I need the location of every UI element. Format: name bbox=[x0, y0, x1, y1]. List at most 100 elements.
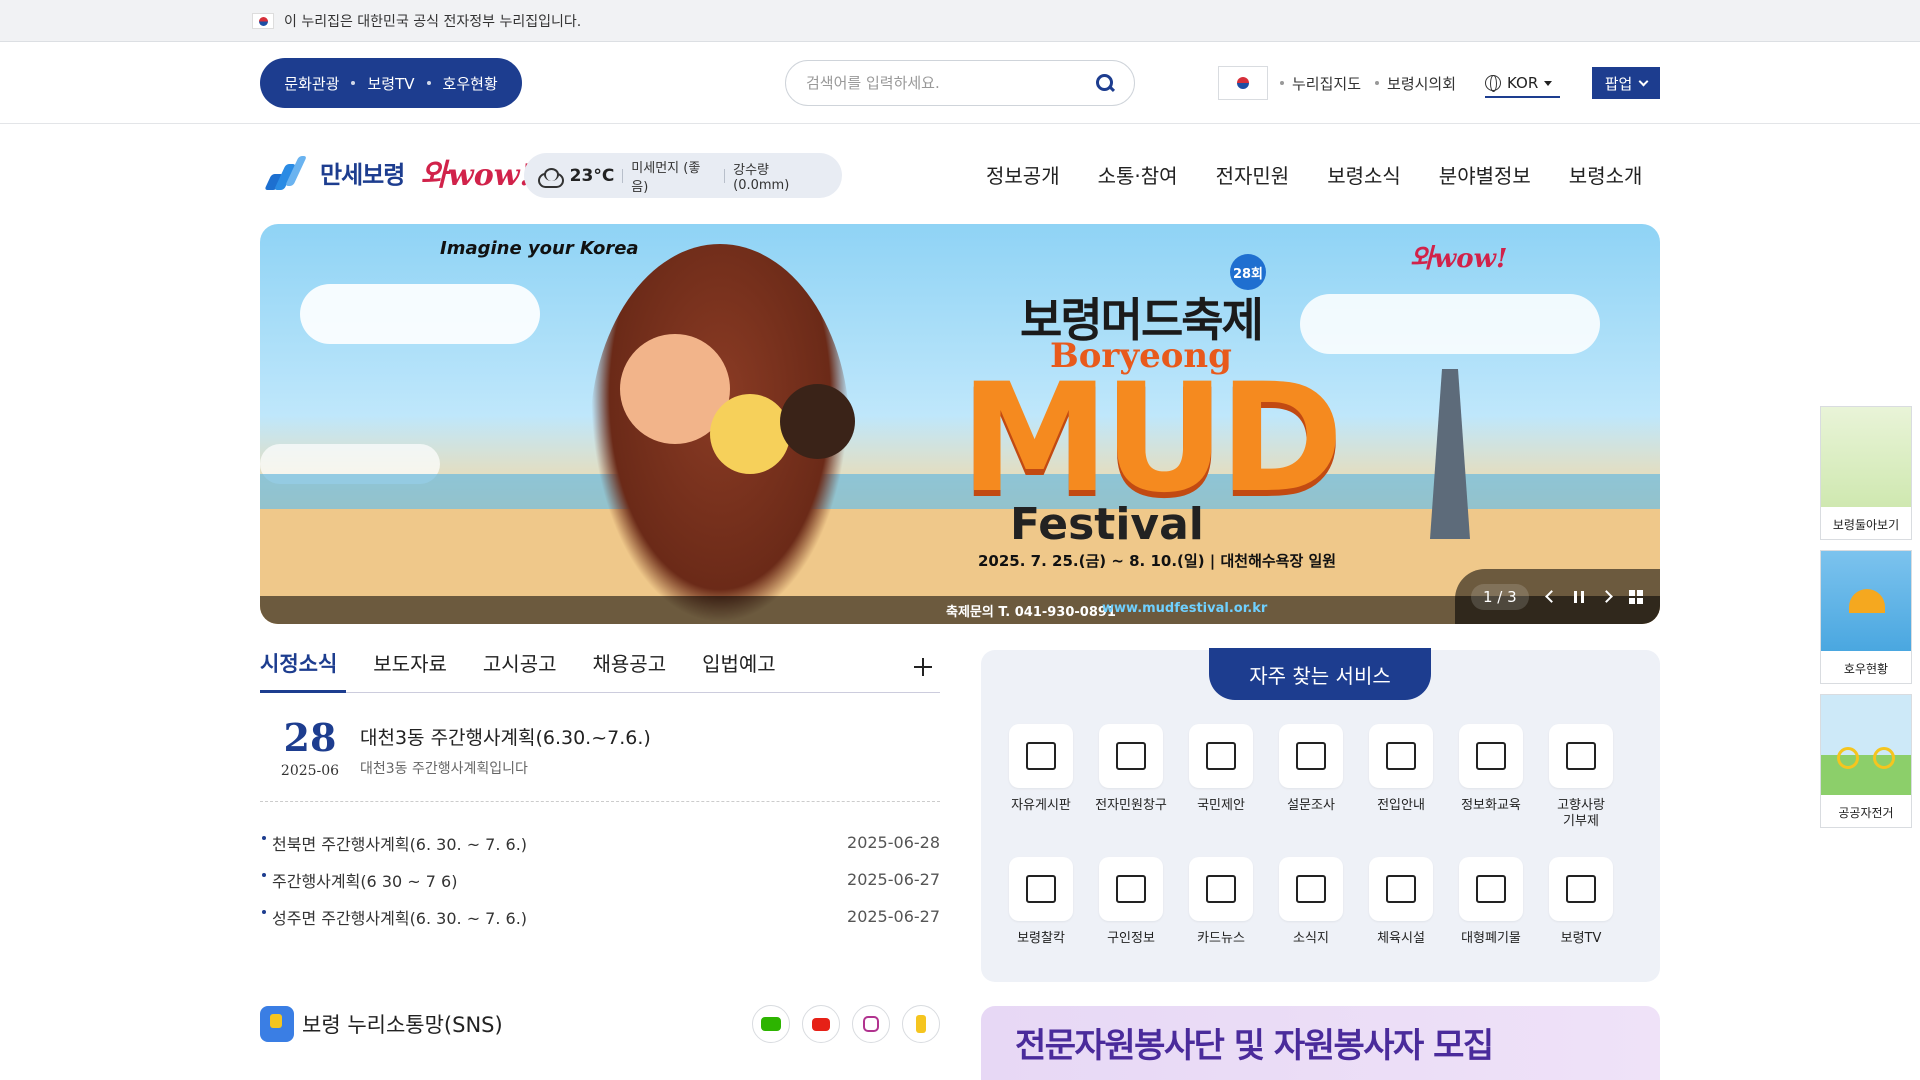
service-item[interactable]: 소식지 bbox=[1279, 856, 1343, 947]
gym-building-icon bbox=[1386, 874, 1420, 907]
service-label: 체육시설 bbox=[1377, 930, 1425, 946]
list-item[interactable]: 주간행사계획(6 30 ~ 7 6) 2025-06-27 bbox=[260, 861, 940, 898]
next-slide-icon[interactable] bbox=[1599, 590, 1613, 603]
cloud-icon bbox=[538, 167, 564, 188]
service-label: 국민제안 bbox=[1197, 798, 1245, 813]
lighthouse-illustration bbox=[1430, 369, 1470, 539]
service-label: 보령찰칵 bbox=[1017, 930, 1065, 946]
quick-bike[interactable]: 공공자전거 bbox=[1820, 694, 1912, 828]
services-title: 자주 찾는 서비스 bbox=[1209, 648, 1431, 700]
kakao-icon[interactable] bbox=[902, 1005, 940, 1043]
banner-url: www.mudfestival.or.kr bbox=[1102, 601, 1268, 616]
pill-nav: 문화관광 보령TV 호우현황 bbox=[260, 58, 522, 108]
service-item[interactable]: 체육시설 bbox=[1369, 856, 1433, 947]
pill-link-culture[interactable]: 문화관광 bbox=[284, 73, 339, 94]
language-select[interactable]: KOR bbox=[1485, 70, 1560, 98]
service-label: 전입안내 bbox=[1377, 798, 1425, 813]
banner-contact: 축제문의 T. 041-930-0891 bbox=[946, 605, 1116, 620]
header: 문화관광 보령TV 호우현황 누리집지도 보령시의회 KOR 팝업 bbox=[0, 42, 1920, 124]
instagram-icon[interactable] bbox=[852, 1005, 890, 1043]
envelope-icon bbox=[1296, 874, 1330, 907]
document-building-icon bbox=[1386, 742, 1420, 774]
featured-news[interactable]: 28 2025-06 대천3동 주간행사계획(6.30.~7.6.) 대천3동 … bbox=[260, 693, 940, 802]
tab-notice[interactable]: 고시공고 bbox=[483, 648, 557, 678]
pill-link-rain[interactable]: 호우현황 bbox=[443, 73, 498, 94]
popup-button[interactable]: 팝업 bbox=[1592, 67, 1660, 99]
service-item[interactable]: 구인정보 bbox=[1099, 856, 1163, 947]
site-logo[interactable]: 만세보령 와wow! bbox=[260, 150, 533, 194]
service-item[interactable]: 전입안내 bbox=[1369, 724, 1433, 831]
news-tabs: 시정소식 보도자료 고시공고 채용공고 입법예고 bbox=[260, 648, 940, 693]
slide-pager: 1 / 3 bbox=[1471, 583, 1529, 610]
service-item[interactable]: 국민제안 bbox=[1189, 724, 1253, 831]
korea-flag-icon bbox=[1229, 73, 1257, 93]
search-box bbox=[785, 60, 1135, 106]
service-label: 대형폐기물 bbox=[1461, 930, 1521, 946]
youtube-icon[interactable] bbox=[802, 1005, 840, 1043]
camera-icon bbox=[1026, 874, 1060, 907]
tab-city-news[interactable]: 시정소식 bbox=[260, 648, 347, 693]
nav-about[interactable]: 보령소개 bbox=[1569, 160, 1643, 189]
card-news-icon bbox=[1206, 874, 1240, 907]
nav-news[interactable]: 보령소식 bbox=[1327, 160, 1401, 189]
tab-legislation[interactable]: 입법예고 bbox=[702, 648, 776, 678]
service-item[interactable]: 보령찰칵 bbox=[1009, 856, 1073, 947]
banner-date: 2025. 7. 25.(금) ~ 8. 10.(일) | 대천해수욕장 일원 bbox=[978, 552, 1337, 570]
service-label: 전자민원창구 bbox=[1095, 798, 1167, 813]
slider-controls: 1 / 3 bbox=[1455, 569, 1660, 624]
korea-flag-button[interactable] bbox=[1218, 66, 1268, 100]
search-input[interactable] bbox=[806, 74, 1096, 92]
utility-links: 누리집지도 보령시의회 bbox=[1218, 64, 1470, 102]
service-label: 고향사랑 기부제 bbox=[1557, 798, 1605, 830]
service-label: 소식지 bbox=[1293, 930, 1329, 946]
service-item[interactable]: 자유게시판 bbox=[1009, 724, 1073, 831]
list-item[interactable]: 성주면 주간행사계획(6. 30. ~ 7. 6.) 2025-06-27 bbox=[260, 898, 940, 935]
service-item[interactable]: 보령TV bbox=[1549, 856, 1613, 947]
tab-recruit[interactable]: 채용공고 bbox=[593, 648, 667, 678]
council-link[interactable]: 보령시의회 bbox=[1375, 73, 1456, 94]
separator-dot bbox=[426, 81, 431, 85]
logo-text: 만세보령 bbox=[320, 160, 405, 189]
nav-fields[interactable]: 분야별정보 bbox=[1439, 160, 1531, 189]
tab-press[interactable]: 보도자료 bbox=[373, 648, 447, 678]
quick-tour[interactable]: 보령둘아보기 bbox=[1820, 406, 1912, 540]
service-item[interactable]: 카드뉴스 bbox=[1189, 856, 1253, 947]
volunteer-banner[interactable]: 전문자원봉사단 및 자원봉사자 모집 bbox=[981, 1006, 1660, 1080]
service-item[interactable]: 정보화교육 bbox=[1459, 724, 1523, 831]
service-label: 카드뉴스 bbox=[1197, 930, 1245, 946]
service-item[interactable]: 전자민원창구 bbox=[1095, 724, 1167, 831]
service-item[interactable]: 설문조사 bbox=[1279, 724, 1343, 831]
service-item[interactable]: 고향사랑 기부제 bbox=[1549, 724, 1613, 831]
blog-icon[interactable] bbox=[752, 1005, 790, 1043]
service-item[interactable]: 대형폐기물 bbox=[1459, 856, 1523, 947]
service-label: 보령TV bbox=[1560, 930, 1602, 946]
quick-rain[interactable]: 호우현황 bbox=[1820, 550, 1912, 684]
fine-dust: 미세먼지 (좋음) bbox=[631, 160, 701, 195]
feature-month: 2025-06 bbox=[280, 763, 340, 779]
rainfall: 강수량 (0.0mm) bbox=[733, 162, 790, 193]
id-card-icon bbox=[1116, 874, 1150, 907]
education-icon bbox=[1476, 742, 1510, 774]
nav-participation[interactable]: 소통·참여 bbox=[1098, 160, 1178, 189]
list-item[interactable]: 천북면 주간행사계획(6. 30. ~ 7. 6.) 2025-06-28 bbox=[260, 824, 940, 861]
services-grid: 자유게시판 전자민원창구 국민제안 설문조사 전입안내 정보화교육 고향사랑 기부제보령찰칵… bbox=[1009, 724, 1613, 947]
prev-slide-icon[interactable] bbox=[1544, 590, 1558, 603]
frequent-services: 자주 찾는 서비스 자유게시판 전자민원창구 국민제안 설문조사 전입안내 정보화교육 고향… bbox=[981, 648, 1660, 982]
service-label: 자유게시판 bbox=[1011, 798, 1071, 813]
quick-menu: 보령둘아보기 호우현황 공공자전거 bbox=[1820, 406, 1912, 838]
logo-mark-icon bbox=[260, 152, 312, 192]
more-plus-icon[interactable] bbox=[914, 658, 932, 676]
pause-icon[interactable] bbox=[1573, 590, 1584, 603]
banner-festival: Festival bbox=[1010, 499, 1204, 550]
language-label: KOR bbox=[1507, 74, 1539, 92]
main-banner[interactable]: Imagine your Korea 28회 와wow! 보령머드축제 Bory… bbox=[260, 224, 1660, 624]
tv-broadcast-icon bbox=[1566, 874, 1600, 907]
nav-info[interactable]: 정보공개 bbox=[986, 160, 1060, 189]
service-label: 설문조사 bbox=[1287, 798, 1335, 813]
nav-civil[interactable]: 전자민원 bbox=[1216, 160, 1290, 189]
pill-link-tv[interactable]: 보령TV bbox=[367, 73, 414, 94]
grid-view-icon[interactable] bbox=[1628, 589, 1643, 604]
sitemap-link[interactable]: 누리집지도 bbox=[1280, 73, 1361, 94]
search-icon[interactable] bbox=[1096, 74, 1114, 92]
bulky-waste-icon bbox=[1476, 874, 1510, 907]
